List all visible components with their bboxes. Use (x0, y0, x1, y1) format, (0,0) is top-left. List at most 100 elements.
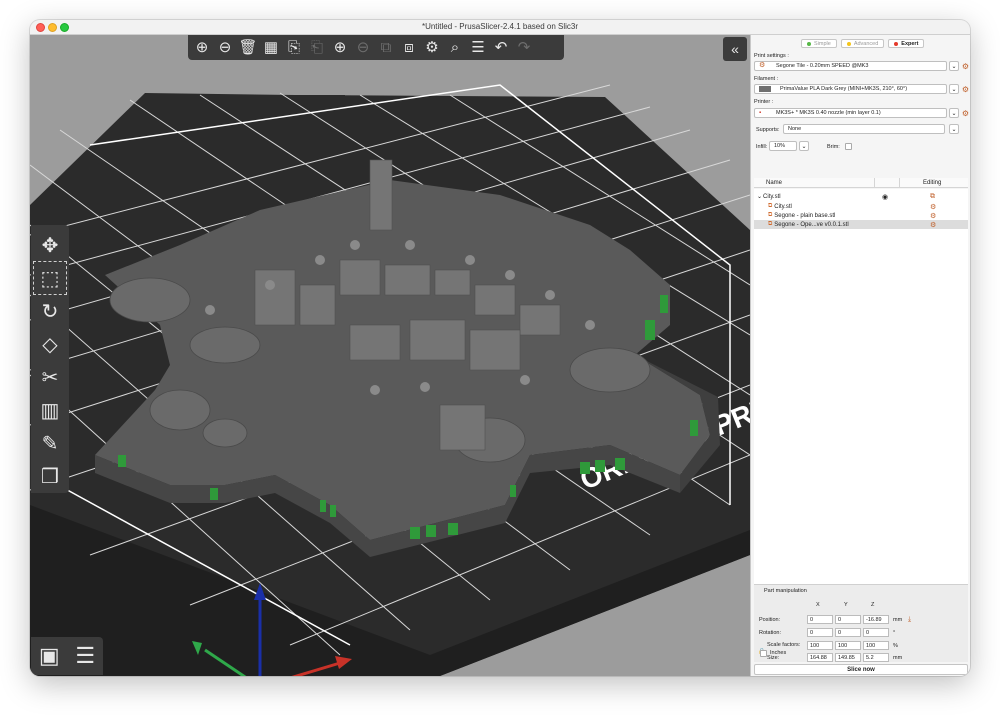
seam-painting-button[interactable]: ✎ (34, 427, 66, 459)
cut-tool-button[interactable]: ✂ (34, 361, 66, 393)
layers-editing-icon: ⚙ (425, 39, 439, 56)
printer-edit-icon[interactable]: ⚙ (961, 109, 970, 118)
window-title: *Untitled - PrusaSlicer-2.4.1 based on S… (421, 22, 579, 31)
settings-gear-icon[interactable]: ⚙ (930, 212, 936, 220)
infill-label: Infill: (756, 144, 768, 150)
size-x-input[interactable]: 164.88 (807, 653, 833, 662)
size-y-input[interactable]: 149.85 (835, 653, 861, 662)
object-list-header: Name Editing (754, 178, 968, 188)
position-z-input[interactable]: -16.89 (863, 615, 889, 624)
variable-layer-height-button[interactable]: ☰ (467, 37, 489, 59)
add-icon: ⊕ (195, 39, 209, 56)
print-settings-edit-icon[interactable]: ⚙ (961, 62, 970, 71)
filament-edit-icon[interactable]: ⚙ (961, 85, 970, 94)
object-list: ⌄ City.stl ◉ ⧉ ⧉ City.stl ⚙ ⧉ Segone - p… (754, 189, 968, 584)
redo-button[interactable]: ↷ (513, 37, 535, 59)
mmu-painting-button[interactable]: ❒ (34, 460, 66, 492)
size-z-input[interactable]: 5.2 (863, 653, 889, 662)
list-item[interactable]: ⌄ City.stl ◉ ⧉ (754, 192, 968, 201)
scene-canvas[interactable]: ORIGINAL PRU (30, 35, 750, 676)
3d-view-button[interactable]: ▣ (39, 643, 60, 669)
rotation-x-input[interactable]: 0 (807, 628, 833, 637)
chevron-down-icon[interactable]: ⌄ (757, 193, 762, 200)
mode-selector: Simple Advanced Expert (801, 39, 925, 48)
scale-z-input[interactable]: 100 (863, 641, 889, 650)
eye-icon[interactable]: ◉ (882, 193, 888, 201)
rotation-label: Rotation: (759, 630, 782, 636)
gizmo-toolbar: ✥ ⬚ ↻ ◇ ✂ ▥ ✎ ❒ (31, 225, 69, 493)
paste-button[interactable]: ⎗ (306, 37, 328, 59)
copy-button[interactable]: ⎘ (283, 37, 305, 59)
column-divider (899, 178, 900, 188)
layers-editing-button[interactable]: ⚙ (421, 37, 443, 59)
rotation-unit: ° (893, 630, 896, 636)
split-parts-button[interactable]: ⧈ (398, 37, 420, 59)
settings-sidebar: Simple Advanced Expert Print settings : … (750, 35, 970, 676)
mode-simple-button[interactable]: Simple (801, 39, 837, 48)
settings-gear-icon[interactable]: ⚙ (930, 203, 936, 211)
scale-x-input[interactable]: 100 (807, 641, 833, 650)
search-icon: ⌕ (450, 39, 460, 56)
add-button[interactable]: ⊕ (191, 37, 213, 59)
advanced-dot-icon (846, 41, 851, 46)
brim-checkbox[interactable] (845, 143, 852, 150)
mode-expert-button[interactable]: Expert (888, 39, 925, 48)
place-on-face-button[interactable]: ◇ (34, 328, 66, 360)
print-settings-combo[interactable]: ⚙ Segone Tile - 0.20mm SPEED @MK3 (754, 61, 947, 71)
paint-supports-icon: ▥ (40, 399, 60, 422)
supports-combo[interactable]: None (783, 124, 945, 134)
rotation-y-input[interactable]: 0 (835, 628, 861, 637)
mode-advanced-button[interactable]: Advanced (840, 39, 885, 48)
filament-dropdown[interactable]: ⌄ (949, 84, 959, 94)
move-tool-button[interactable]: ✥ (34, 229, 66, 261)
3d-viewport[interactable]: ORIGINAL PRU (30, 35, 750, 676)
copy-icon: ⎘ (287, 39, 300, 56)
position-x-input[interactable]: 0 (807, 615, 833, 624)
expert-dot-icon (894, 41, 899, 46)
edit-object-icon[interactable]: ⧉ (930, 193, 935, 201)
remove-instance-button[interactable]: ⊖ (352, 37, 374, 59)
delete-button[interactable]: ⊖ (214, 37, 236, 59)
paint-supports-button[interactable]: ▥ (34, 394, 66, 426)
drop-to-bed-icon[interactable]: ⤓ (905, 615, 914, 624)
move-icon: ✥ (41, 234, 59, 257)
axis-y-label: Y (844, 602, 848, 608)
printer-label: Printer : (754, 99, 774, 105)
view-toggle: ▣ ☰ (31, 637, 103, 675)
arrange-button[interactable]: ▦ (260, 37, 282, 59)
preview-button[interactable]: ☰ (75, 643, 95, 669)
print-settings-dropdown[interactable]: ⌄ (949, 61, 959, 71)
filament-label: Filament : (754, 76, 779, 82)
rotate-tool-button[interactable]: ↻ (34, 295, 66, 327)
rotation-z-input[interactable]: 0 (863, 628, 889, 637)
undo-button[interactable]: ↶ (490, 37, 512, 59)
infill-combo[interactable]: 10% (769, 141, 797, 151)
split-objects-icon: ⧉ (380, 39, 392, 56)
list-item[interactable]: ⧉ Segone - Ope...ve v0.0.1.stl ⚙ (754, 220, 968, 229)
settings-gear-icon[interactable]: ⚙ (930, 221, 936, 229)
filament-combo[interactable]: PrimaValue PLA Dark Grey (MINI+MK3S, 210… (754, 84, 947, 94)
list-item[interactable]: ⧉ City.stl ⚙ (754, 202, 968, 211)
add-instance-button[interactable]: ⊕ (329, 37, 351, 59)
scale-y-input[interactable]: 100 (835, 641, 861, 650)
slice-now-button[interactable]: Slice now (754, 664, 968, 675)
position-y-input[interactable]: 0 (835, 615, 861, 624)
filament-color-swatch (759, 86, 771, 92)
list-item[interactable]: ⧉ Segone - plain base.stl ⚙ (754, 211, 968, 220)
variable-layer-height-icon: ☰ (471, 39, 485, 56)
collapse-sidebar-button[interactable]: « (723, 37, 747, 61)
supports-dropdown[interactable]: ⌄ (949, 124, 959, 134)
remove-instance-icon: ⊖ (356, 39, 370, 56)
split-objects-button[interactable]: ⧉ (375, 37, 397, 59)
position-label: Position: (759, 617, 781, 623)
infill-dropdown[interactable]: ⌄ (799, 141, 809, 151)
delete-all-button[interactable]: 🗑 (237, 37, 259, 59)
inches-checkbox[interactable] (760, 650, 767, 657)
search-button[interactable]: ⌕ (444, 37, 466, 59)
inches-label: Inches (770, 650, 787, 656)
printer-combo[interactable]: ▪ MK3S+ * MK3S 0.40 nozzle (min layer 0.… (754, 108, 947, 118)
scale-tool-button[interactable]: ⬚ (33, 261, 67, 295)
column-name: Name (766, 180, 783, 186)
mmu-painting-icon: ❒ (41, 465, 59, 488)
printer-dropdown[interactable]: ⌄ (949, 108, 959, 118)
